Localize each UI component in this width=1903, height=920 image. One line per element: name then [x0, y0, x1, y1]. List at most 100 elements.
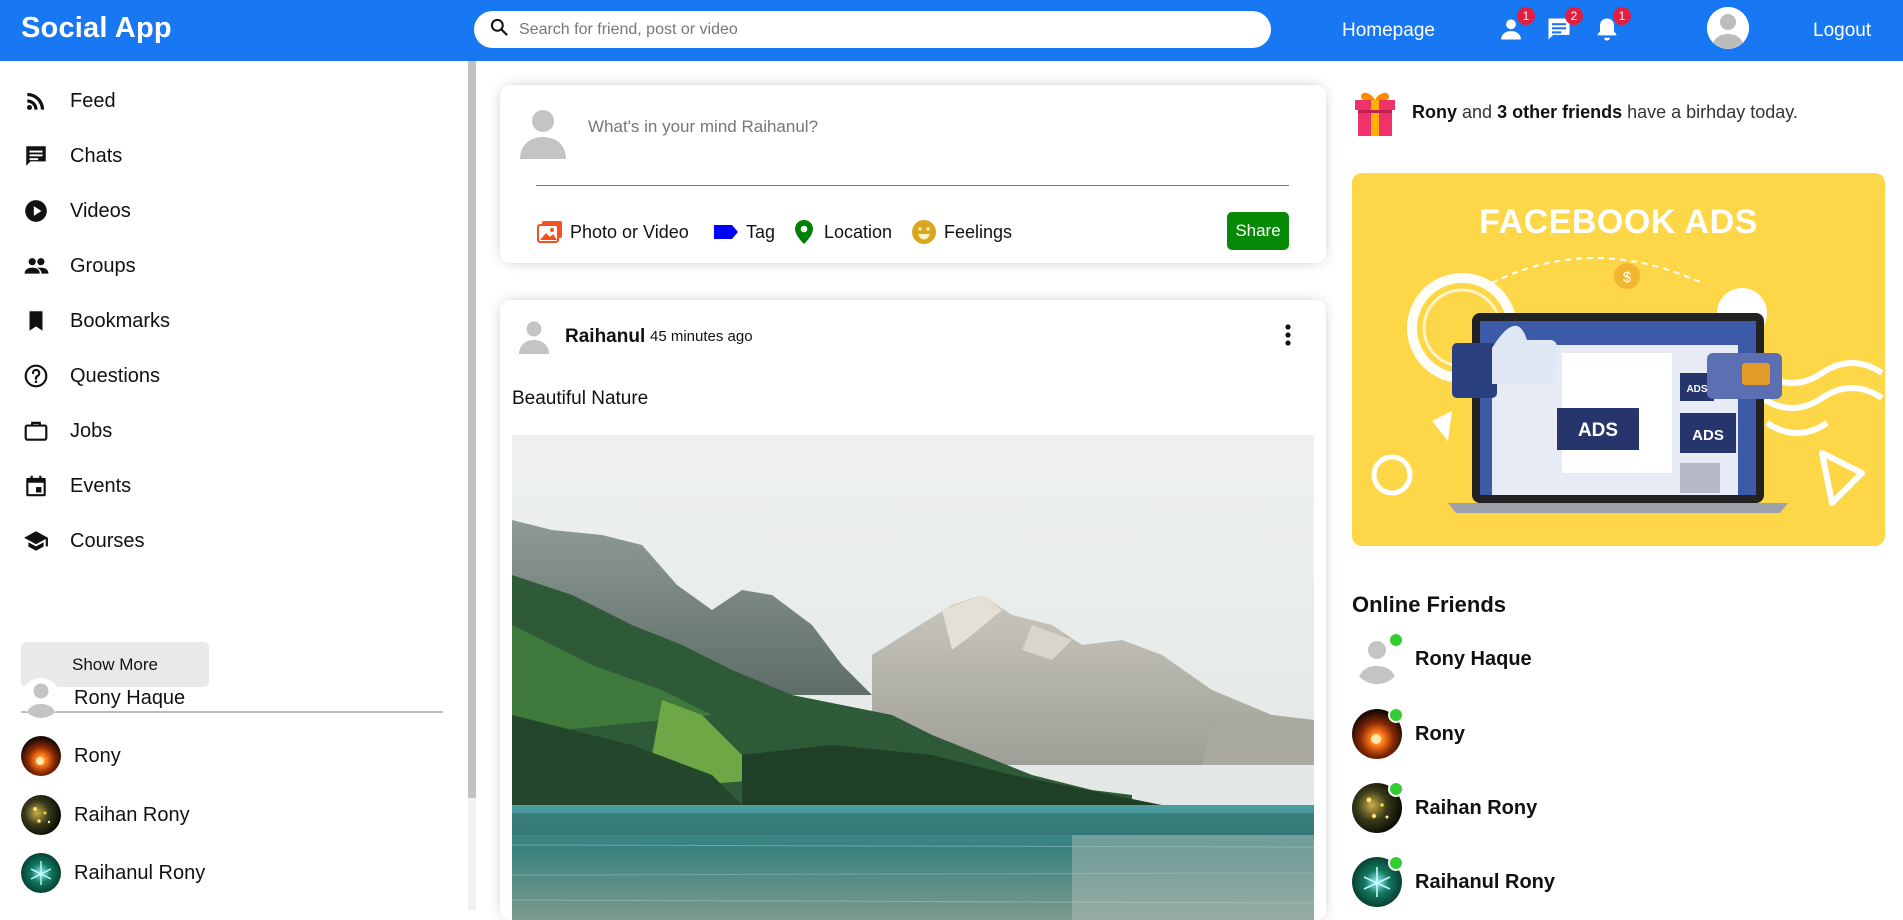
calendar-icon [22, 472, 50, 500]
avatar [1352, 707, 1404, 759]
online-friend-item[interactable]: Raihan Rony [1352, 781, 1538, 833]
sidebar-item-events[interactable]: Events [22, 471, 131, 501]
homepage-link[interactable]: Homepage [1342, 20, 1435, 42]
share-card: Photo or Video Tag Location Feelings Sha… [500, 85, 1326, 263]
sidebar-item-label: Courses [70, 529, 145, 552]
share-option-tag[interactable]: Tag [712, 218, 775, 246]
gift-icon [1352, 86, 1398, 138]
share-option-label: Feelings [944, 221, 1013, 242]
logout-link[interactable]: Logout [1813, 20, 1871, 42]
sidebar-item-label: Questions [70, 364, 161, 387]
sidebar-item-feed[interactable]: Feed [22, 86, 116, 116]
birthday-text: Rony and 3 other friends have a birhday … [1412, 101, 1798, 122]
share-option-location[interactable]: Location [790, 218, 892, 246]
share-option-label: Location [824, 221, 893, 242]
avatar [21, 678, 61, 718]
friend-requests-badge: 1 [1517, 7, 1535, 25]
share-input[interactable] [588, 117, 1188, 137]
sidebar-item-courses[interactable]: Courses [22, 526, 144, 556]
chat-icon [22, 142, 50, 170]
messages-icon[interactable]: 2 [1545, 7, 1583, 43]
online-friend-item[interactable]: Rony Haque [1352, 632, 1532, 684]
sidebar-item-label: Events [70, 474, 132, 497]
share-option-label: Tag [746, 221, 776, 242]
app-logo[interactable]: Social App [21, 12, 172, 45]
notifications-badge: 1 [1613, 7, 1631, 25]
sidebar-item-label: Jobs [70, 419, 113, 442]
play-circle-icon [22, 197, 50, 225]
search-input[interactable] [519, 20, 1219, 39]
online-friend-name: Raihanul Rony [1415, 870, 1556, 893]
smiley-icon [912, 220, 936, 244]
post-image[interactable] [511, 435, 1315, 920]
share-option-label: Photo or Video [570, 221, 689, 242]
online-status-dot [1388, 632, 1404, 648]
share-button[interactable]: Share [1227, 212, 1289, 250]
friend-list-item[interactable]: Rony [21, 736, 121, 776]
sidebar-item-videos[interactable]: Videos [22, 196, 131, 226]
sidebar: Feed Chats Videos Groups Bookmarks Quest… [0, 61, 476, 910]
sidebar-item-label: Chats [70, 144, 123, 167]
profile-avatar[interactable] [1707, 7, 1749, 49]
sidebar-item-groups[interactable]: Groups [22, 251, 136, 281]
sidebar-item-label: Bookmarks [70, 309, 171, 332]
sidebar-item-questions[interactable]: Questions [22, 361, 160, 391]
help-circle-icon [22, 362, 50, 390]
sidebar-item-label: Feed [70, 89, 116, 112]
online-friend-name: Rony [1415, 722, 1465, 745]
sidebar-item-label: Videos [70, 199, 131, 222]
location-pin-icon [795, 220, 813, 244]
avatar[interactable] [518, 105, 568, 159]
birthday-notice[interactable]: Rony and 3 other friends have a birhday … [1352, 86, 1798, 138]
sidebar-scrollbar-track[interactable] [468, 798, 476, 910]
messages-badge: 2 [1565, 7, 1583, 25]
sidebar-scrollbar-thumb[interactable] [468, 61, 476, 798]
friend-list-item[interactable]: Rony Haque [21, 678, 185, 718]
online-friend-item[interactable]: Raihanul Rony [1352, 855, 1556, 907]
online-friend-name: Raihan Rony [1415, 796, 1538, 819]
sidebar-item-jobs[interactable]: Jobs [22, 416, 112, 446]
notifications-icon[interactable]: 1 [1593, 7, 1631, 43]
ad-banner[interactable]: FACEBOOK ADS $ ADS ADS ADS [1352, 173, 1885, 546]
friend-list-item[interactable]: Raihan Rony [21, 795, 190, 835]
post-text: Beautiful Nature [512, 388, 649, 409]
friend-list-item[interactable]: Raihanul Rony [21, 853, 205, 893]
avatar [1352, 781, 1404, 833]
ad-illustration: $ ADS ADS ADS [1371, 257, 1884, 513]
share-option-feelings[interactable]: Feelings [910, 218, 1012, 246]
online-friend-name: Rony Haque [1415, 647, 1532, 670]
avatar[interactable] [518, 318, 550, 354]
briefcase-icon [22, 417, 50, 445]
online-status-dot [1388, 855, 1404, 871]
sidebar-item-bookmarks[interactable]: Bookmarks [22, 306, 170, 336]
post-username[interactable]: Raihanul [565, 326, 645, 348]
rss-icon [22, 87, 50, 115]
svg-text:$: $ [1623, 269, 1632, 286]
bookmark-icon [22, 307, 50, 335]
ad-label-small: ADS [1686, 384, 1707, 395]
online-friends-title: Online Friends [1352, 592, 1507, 617]
ad-label-big: ADS [1578, 420, 1618, 441]
online-status-dot [1388, 707, 1404, 723]
share-option-photo[interactable]: Photo or Video [536, 218, 689, 246]
avatar [21, 736, 61, 776]
sidebar-item-chats[interactable]: Chats [22, 141, 122, 171]
online-friend-item[interactable]: Rony [1352, 707, 1465, 759]
friend-name: Raihanul Rony [74, 861, 206, 884]
search-icon [489, 17, 509, 42]
avatar [1352, 855, 1404, 907]
topbar: Social App Homepage 1 2 1 Logout [0, 0, 1903, 61]
post-card: Raihanul 45 minutes ago Beautiful Nature [500, 300, 1326, 920]
share-divider [536, 185, 1289, 186]
friend-name: Raihan Rony [74, 803, 190, 826]
school-icon [22, 527, 50, 555]
more-vert-icon[interactable] [1276, 320, 1300, 350]
search-bar[interactable] [474, 11, 1271, 48]
post-timestamp: 45 minutes ago [650, 328, 753, 345]
online-status-dot [1388, 781, 1404, 797]
friend-name: Rony Haque [74, 686, 186, 709]
friend-requests-icon[interactable]: 1 [1497, 7, 1535, 43]
photo-icon [537, 221, 562, 243]
avatar [21, 795, 61, 835]
group-icon [22, 252, 50, 280]
